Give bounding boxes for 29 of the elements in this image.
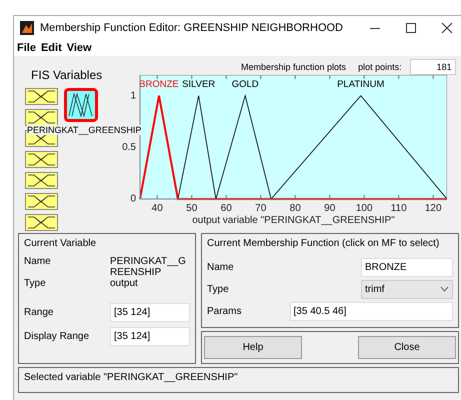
x-tick-label: 100 [356, 203, 373, 214]
name-label: Name [207, 262, 235, 272]
x-tick-label: 90 [324, 203, 336, 214]
y-tick-label: 1 [130, 90, 136, 102]
fis-variables-title: FIS Variables [30, 67, 104, 82]
params-label: Params [207, 306, 242, 316]
x-tick-label: 110 [390, 203, 407, 214]
x-tick-label: 120 [424, 203, 442, 214]
x-tick-label: 80 [290, 203, 301, 214]
variable-type: output [110, 278, 139, 289]
window-title: Membership Function Editor: GREENSHIP NEIGHBORHOOD [40, 22, 343, 34]
x-axis-title: output variable "PERINGKAT__GREENSHIP" [192, 215, 395, 226]
y-tick-label: 0.5 [122, 142, 136, 153]
status-text: Selected variable "PERINGKAT__GREENSHIP" [24, 372, 238, 383]
panel-title: Current Membership Function (click on MF to select) [207, 238, 440, 251]
x-tick-label: 70 [255, 203, 266, 214]
panel-title: Current Variable [24, 238, 98, 251]
name-label: Name [24, 256, 52, 267]
x-tick-label: 40 [152, 203, 163, 214]
plot-title: Membership function plots [241, 62, 346, 72]
x-tick-label: 50 [186, 203, 198, 214]
y-tick-label: 0 [130, 194, 136, 205]
type-label: Type [207, 284, 230, 294]
range-label: Range [24, 306, 54, 318]
type-label: Type [24, 278, 47, 289]
plot-points-label: plot points: [358, 62, 402, 72]
output-variable-label: PERINGKAT__GREENSHIP [27, 125, 142, 135]
x-tick-label: 60 [220, 203, 232, 214]
display-range-label: Display Range [24, 330, 90, 342]
